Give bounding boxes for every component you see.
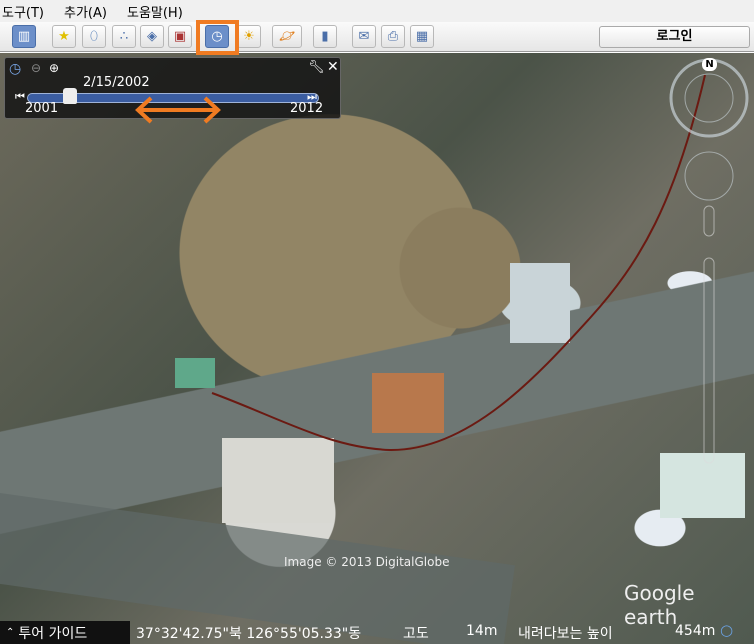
move-joystick[interactable] [684,151,734,201]
path-icon: ∴ [119,29,129,44]
sun-icon: ☀ [243,29,255,44]
menu-tools[interactable]: 도구(T) [0,2,52,21]
email-button[interactable]: ✉ [352,25,376,48]
chevron-up-icon: ⌃ [6,627,15,638]
menu-help[interactable]: 도움말(H) [125,2,191,21]
wrench-icon[interactable]: 🔧︎ [308,60,325,75]
sidebar-toggle-button[interactable]: ▥ [12,25,36,48]
compass-ring[interactable] [669,58,749,138]
sunlight-button[interactable]: ☀ [237,25,261,48]
zoom-in-time-icon[interactable]: ⊕ [49,61,59,75]
email-icon: ✉ [358,29,370,44]
print-icon: ⎙ [387,29,399,44]
record-tour-button[interactable]: ▣ [168,25,192,48]
menu-add[interactable]: 추가(A) [62,2,115,21]
tour-guide-button[interactable]: ⌃ 투어 가이드 [0,621,130,644]
double-arrow-annotation [135,96,221,124]
clock-icon: ◷ [9,61,22,77]
end-year: 2012 [290,101,324,116]
sidebar-icon: ▥ [17,29,31,44]
imagery-copyright: Image © 2013 DigitalGlobe [284,555,450,569]
elevation-value: 14m [466,623,498,639]
map-icon: ▦ [415,29,429,44]
gps-track-path[interactable] [211,74,706,452]
camera-icon: ▣ [173,29,187,44]
eye-altitude-value: 454m [675,623,716,639]
elevation-label: 고도 [403,626,429,642]
north-button[interactable]: N [702,58,717,71]
highlight-box [196,20,239,55]
planet-icon: 🪐︎ [278,29,296,44]
selected-date: 2/15/2002 [83,75,150,90]
menu-bar: 도구(T) 추가(A) 도움말(H) [0,0,754,22]
look-joystick[interactable] [684,73,734,123]
add-overlay-button[interactable]: ◈ [140,25,164,48]
image-overlay-icon: ◈ [147,29,157,44]
street-view-pegman[interactable] [703,205,715,237]
ruler-button[interactable]: ▮ [313,25,337,48]
toolbar: ▥ ★ ⬯ ∴ ◈ ▣ ◷ ☀ 🪐︎ ▮ ✉ ⎙ ▦ 로그인 [0,22,754,52]
zoom-out-time-icon[interactable]: ⊖ [31,61,41,75]
add-placemark-button[interactable]: ★ [52,25,76,48]
planet-button[interactable]: 🪐︎ [272,25,302,48]
coordinates: 37°32'42.75"북 126°55'05.33"동 [136,626,362,642]
earth-map-view[interactable]: N Image © 2013 DigitalGlobe Google earth [0,53,754,644]
print-button[interactable]: ⎙ [381,25,405,48]
ruler-icon: ▮ [321,29,329,44]
add-polygon-button[interactable]: ⬯ [82,25,106,48]
pushpin-icon: ★ [58,29,70,44]
status-bar: ⌃ 투어 가이드 37°32'42.75"북 126°55'05.33"동 고도 … [0,621,754,644]
polygon-icon: ⬯ [89,29,99,44]
eye-altitude-label: 내려다보는 높이 [518,626,613,642]
time-slider-thumb[interactable] [63,88,78,104]
previous-date-icon[interactable]: ⏮ [15,90,25,104]
view-in-maps-button[interactable]: ▦ [410,25,434,48]
start-year: 2001 [25,101,59,116]
close-icon[interactable]: ✕ [327,59,339,75]
tour-guide-label: 투어 가이드 [18,625,88,642]
zoom-slider[interactable] [703,257,715,464]
login-button[interactable]: 로그인 [599,26,750,48]
streaming-indicator-icon: ○ [720,621,734,639]
add-path-button[interactable]: ∴ [112,25,136,48]
